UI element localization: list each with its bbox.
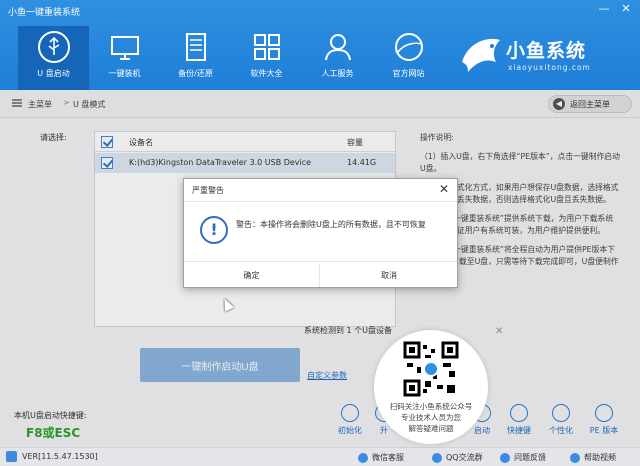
nav-label: 人工服务 bbox=[321, 69, 354, 78]
wechat-icon bbox=[358, 452, 368, 463]
qr-caption-3: 解答疑难问题 bbox=[408, 424, 454, 433]
window-title: 小鱼一键重装系统 bbox=[8, 8, 81, 18]
monitor-icon bbox=[110, 36, 139, 60]
nav-official-site[interactable]: 官方网站 bbox=[373, 26, 444, 90]
warning-dialog: 严重警告 ✕ ! 警告：本操作将会删除U盘上的所有数据，且不可恢复 确定 取消 bbox=[183, 178, 458, 288]
nav-software[interactable]: 软件大全 bbox=[231, 26, 302, 90]
video-icon bbox=[570, 452, 580, 463]
nav-one-click-install[interactable]: 一键装机 bbox=[89, 26, 160, 90]
backup-icon bbox=[185, 33, 206, 61]
version-text: VER[11.5.47.1530] bbox=[22, 452, 98, 461]
nav-support[interactable]: 人工服务 bbox=[302, 26, 373, 90]
qq-icon bbox=[432, 452, 442, 463]
qr-caption-2: 专业技术人员为您 bbox=[401, 413, 461, 422]
nav-label: 官方网站 bbox=[392, 69, 425, 78]
dialog-message: 警告：本操作将会删除U盘上的所有数据，且不可恢复 bbox=[236, 220, 426, 229]
minimize-button[interactable]: — bbox=[596, 2, 612, 15]
qq-group-link[interactable]: QQ交流群 bbox=[432, 452, 483, 463]
warning-icon: ! bbox=[200, 216, 228, 244]
main-nav: U 盘启动 一键装机 备份/还原 软件大全 人工服务 官方网站 bbox=[18, 26, 444, 90]
feedback-label: 问题反馈 bbox=[514, 453, 546, 462]
brand-logo: 小鱼系统 xiaoyuxitong.com bbox=[458, 30, 628, 80]
dialog-title: 严重警告 bbox=[192, 186, 224, 195]
nav-label: 软件大全 bbox=[250, 69, 283, 78]
wechat-service-link[interactable]: 微信客服 bbox=[358, 452, 404, 463]
dialog-ok-button[interactable]: 确定 bbox=[184, 263, 320, 287]
qr-caption-1: 扫码关注小鱼系统公众号 bbox=[389, 402, 473, 411]
nav-label: 备份/还原 bbox=[178, 69, 213, 78]
nav-backup-restore[interactable]: 备份/还原 bbox=[160, 26, 231, 90]
qq-label: QQ交流群 bbox=[446, 453, 483, 462]
logo-subtitle: xiaoyuxitong.com bbox=[508, 63, 591, 72]
qr-close-icon[interactable]: ✕ bbox=[495, 326, 503, 337]
app-header: 小鱼一键重装系统 — ✕ U 盘启动 一键装机 备份/还原 软件大全 人工服务 … bbox=[0, 0, 640, 90]
feedback-link[interactable]: 问题反馈 bbox=[500, 452, 546, 463]
nav-usb-boot[interactable]: U 盘启动 bbox=[18, 26, 89, 90]
status-bar: VER[11.5.47.1530] 微信客服 QQ交流群 问题反馈 帮助视频 bbox=[0, 447, 640, 466]
close-button[interactable]: ✕ bbox=[618, 2, 634, 15]
support-person-icon bbox=[324, 34, 351, 61]
help-label: 帮助视频 bbox=[584, 453, 616, 462]
fish-logo-icon bbox=[462, 38, 500, 72]
feedback-icon bbox=[500, 452, 510, 463]
version-icon bbox=[6, 451, 17, 462]
nav-label: U 盘启动 bbox=[37, 69, 70, 78]
qr-code-icon bbox=[403, 341, 459, 397]
nav-label: 一键装机 bbox=[108, 69, 141, 78]
qr-popup: 扫码关注小鱼系统公众号 专业技术人员为您 解答疑难问题 bbox=[374, 330, 488, 444]
dialog-close-icon[interactable]: ✕ bbox=[439, 182, 449, 196]
usb-icon bbox=[37, 31, 70, 63]
logo-title: 小鱼系统 bbox=[506, 40, 587, 62]
apps-grid-icon bbox=[253, 34, 280, 60]
wechat-label: 微信客服 bbox=[372, 453, 404, 462]
globe-icon bbox=[394, 33, 423, 61]
dialog-body: ! 警告：本操作将会删除U盘上的所有数据，且不可恢复 bbox=[184, 201, 457, 262]
help-video-link[interactable]: 帮助视频 bbox=[570, 452, 616, 463]
dialog-cancel-button[interactable]: 取消 bbox=[321, 263, 457, 287]
